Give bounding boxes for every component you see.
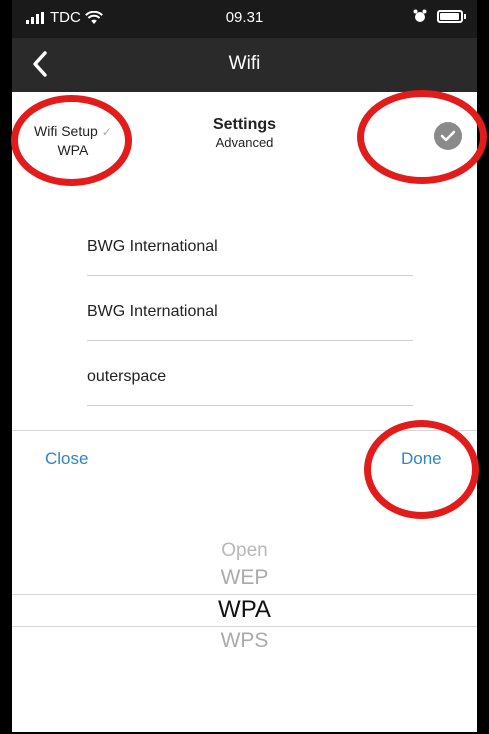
picker-option-wep[interactable]: WEP <box>12 566 477 590</box>
security-picker[interactable]: Open WEP WPA WPS <box>12 498 477 732</box>
page-title: Wifi <box>228 53 261 74</box>
settings-heading: Settings Advanced <box>12 116 477 150</box>
status-time: 09.31 <box>225 9 264 26</box>
close-button[interactable]: Close <box>45 449 88 469</box>
network-name-value: BWG International <box>87 303 218 320</box>
wifi-form: BWG International BWG International oute… <box>12 182 477 430</box>
ssid-value: BWG International <box>87 238 218 255</box>
status-right <box>413 9 466 23</box>
alarm-icon <box>413 9 427 22</box>
network-name-field[interactable]: BWG International <box>87 281 413 341</box>
confirm-button[interactable] <box>434 122 462 150</box>
settings-subtitle: Advanced <box>215 135 274 150</box>
ssid-field[interactable]: BWG International <box>87 216 413 276</box>
nav-bar: Wifi <box>12 38 477 92</box>
status-bar: TDC 09.31 <box>12 0 477 38</box>
password-value: outerspace <box>87 368 167 385</box>
picker-option-wpa[interactable]: WPA <box>12 596 477 624</box>
battery-icon <box>437 9 466 23</box>
done-button[interactable]: Done <box>401 449 442 469</box>
password-field[interactable]: outerspace <box>87 346 413 406</box>
settings-title: Settings <box>212 116 277 133</box>
picker-option-wps[interactable]: WPS <box>12 629 477 653</box>
checkmark-icon <box>440 130 456 142</box>
picker-option-open[interactable]: Open <box>12 540 477 562</box>
picker-toolbar: Close Done <box>12 430 477 488</box>
settings-header: Wifi Setup ✓ WPA Settings Advanced <box>12 92 477 182</box>
